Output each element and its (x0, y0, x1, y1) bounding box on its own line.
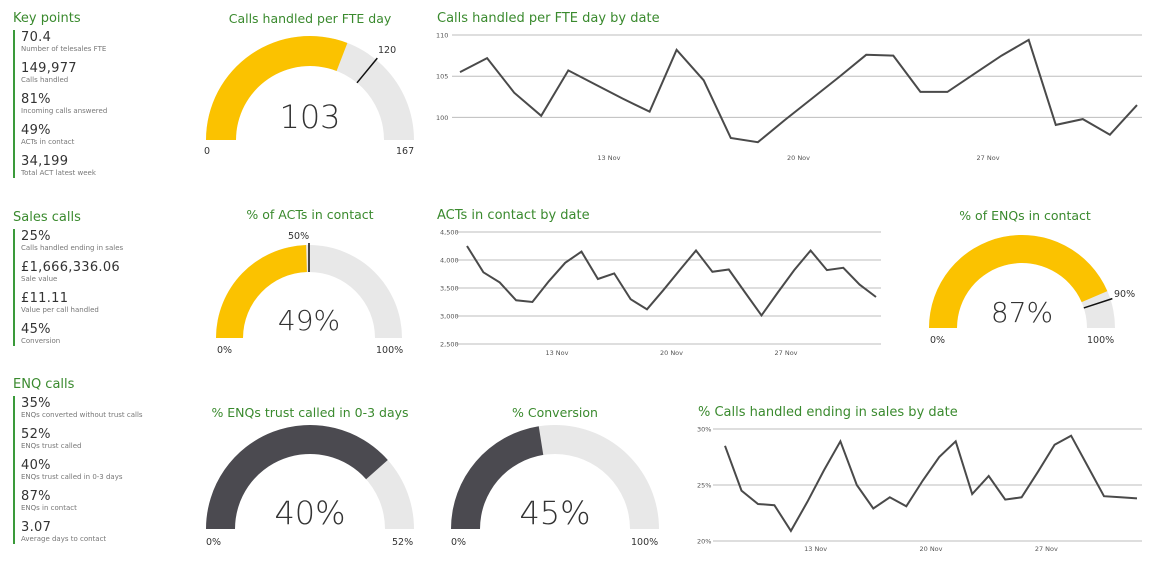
series-line (724, 434, 1138, 533)
y-tick-label: 30% (697, 426, 711, 434)
y-tick-label: 20% (697, 538, 711, 546)
y-tick-label: 25% (697, 482, 711, 490)
x-tick-label: 20 Nov (919, 545, 942, 553)
x-tick-label: 13 Nov (804, 545, 827, 553)
sales-pct-line-chart: 20% 25% 30% 13 Nov 20 Nov 27 Nov (697, 426, 1142, 553)
x-tick-label: 27 Nov (1035, 545, 1058, 553)
